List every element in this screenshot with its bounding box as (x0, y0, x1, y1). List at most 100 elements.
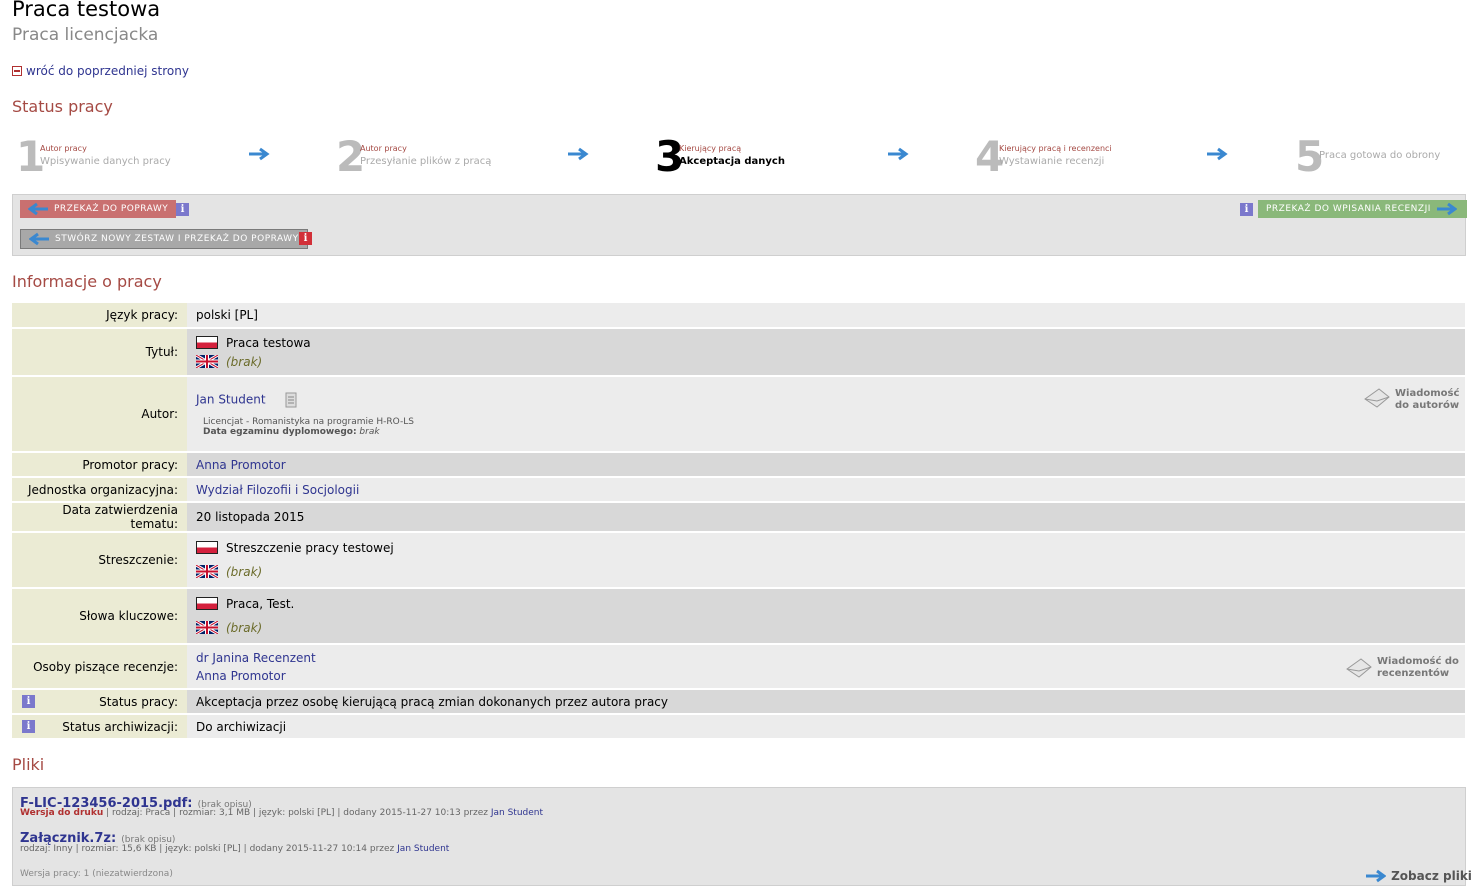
keywords-pl: Praca, Test. (226, 597, 295, 611)
row-title: Tytuł: Praca testowa (brak) (12, 328, 1465, 377)
arrow-right-icon (888, 147, 909, 161)
abstract-en: (brak) (226, 565, 263, 579)
work-status-label: Status pracy: (99, 694, 178, 709)
step-label: Wystawianie recenzji (999, 156, 1105, 167)
info-icon[interactable]: i (299, 232, 312, 245)
return-for-correction-button[interactable]: PRZEKAŻ DO POPRAWY (20, 200, 177, 218)
status-heading: Status pracy (12, 97, 113, 116)
step-label: Praca gotowa do obrony (1319, 150, 1441, 161)
message-reviewers-line2: recenzentów (1377, 668, 1450, 679)
files-panel: F-LIC-123456-2015.pdf: (brak opisu) Wers… (12, 787, 1472, 886)
unit-link[interactable]: Wydział Filozofii i Socjologii (196, 483, 359, 497)
view-files-button[interactable]: Zobacz pliki (1366, 865, 1472, 884)
flag-pl-icon (196, 335, 218, 349)
message-authors-line2: do autorów (1395, 400, 1460, 411)
title-label: Tytuł: (12, 328, 187, 377)
language-value: polski [PL] (187, 303, 1465, 329)
files-heading: Pliki (12, 755, 45, 774)
arrow-right-icon (1436, 202, 1457, 216)
row-author: Autor: Jan Student Licencjat - Romanisty… (12, 376, 1465, 453)
promoter-label: Promotor pracy: (12, 452, 187, 478)
arrow-left-icon (28, 202, 48, 216)
row-reviewers: Osoby piszące recenzje: dr Janina Recenz… (12, 644, 1465, 690)
reviewer-link[interactable]: Anna Promotor (196, 669, 286, 683)
exam-date-value: brak (359, 426, 380, 437)
file-author-link[interactable]: Jan Student (491, 808, 543, 818)
file-meta: Wersja do druku | rodzaj: Praca | rozmia… (20, 808, 543, 818)
exam-date-label: Data egzaminu dyplomowego: (203, 426, 357, 437)
arrow-right-icon (568, 147, 589, 161)
row-archive-status: i Status archiwizacji: Do archiwizacji (12, 714, 1465, 740)
info-heading: Informacje o pracy (12, 272, 162, 291)
message-authors-icon[interactable] (1363, 385, 1391, 409)
keywords-value: Praca, Test. (brak) (187, 588, 1465, 645)
author-link[interactable]: Jan Student (196, 392, 266, 406)
work-status-value: Akceptacja przez osobę kierującą pracą z… (187, 689, 1465, 715)
author-label: Autor: (12, 376, 187, 453)
message-authors-line1: Wiadomość (1395, 388, 1460, 399)
page-subtitle: Praca licencjacka (12, 25, 159, 45)
forward-to-review-button[interactable]: PRZEKAŻ DO WPISANIA RECENZJI (1258, 200, 1467, 218)
back-link-label: wróć do poprzedniej strony (26, 64, 189, 78)
file-meta-text: | rodzaj: Praca | rozmiar: 3,1 MB | języ… (106, 808, 488, 818)
author-program: Licencjat - Romanistyka na programie H-R… (203, 416, 414, 427)
info-icon[interactable]: i (22, 695, 35, 708)
step-role: Kierujący pracą i recenzenci (999, 144, 1112, 153)
arrow-left-icon (29, 232, 49, 246)
print-version-badge: Wersja do druku (20, 808, 104, 818)
promoter-link[interactable]: Anna Promotor (196, 458, 286, 472)
new-set-return-button[interactable]: STWÓRZ NOWY ZESTAW I PRZEKAŻ DO POPRAWY (20, 229, 308, 249)
flag-gb-icon (196, 621, 218, 634)
action-panel: PRZEKAŻ DO POPRAWY i STWÓRZ NOWY ZESTAW … (12, 194, 1467, 256)
file-meta: rodzaj: Inny | rozmiar: 15,6 KB | język:… (20, 844, 449, 854)
message-reviewers-line1: Wiadomość do (1377, 656, 1459, 667)
reviewers-label: Osoby piszące recenzje: (12, 644, 187, 690)
step-role: Autor pracy (40, 144, 87, 153)
keywords-label: Słowa kluczowe: (12, 588, 187, 645)
row-approval-date: Data zatwierdzenia tematu: 20 listopada … (12, 502, 1465, 533)
archive-status-label-cell: i Status archiwizacji: (12, 714, 187, 740)
return-for-correction-label: PRZEKAŻ DO POPRAWY (54, 204, 169, 214)
page-title: Praca testowa (12, 0, 161, 21)
message-authors-button[interactable]: Wiadomość do autorów (1395, 388, 1459, 412)
message-reviewers-button[interactable]: Wiadomość do recenzentów (1377, 656, 1459, 680)
view-files-label: Zobacz pliki (1391, 869, 1472, 883)
step-role: Autor pracy (360, 144, 407, 153)
flag-pl-icon (196, 541, 218, 554)
back-icon (12, 65, 22, 76)
flag-gb-icon (196, 354, 218, 368)
info-icon[interactable]: i (1240, 203, 1253, 216)
arrow-right-icon (1207, 147, 1228, 161)
step-label: Przesyłanie plików z pracą (360, 156, 492, 167)
arrow-right-icon (1366, 869, 1387, 882)
work-status-label-cell: i Status pracy: (12, 689, 187, 715)
abstract-label: Streszczenie: (12, 532, 187, 589)
row-language: Język pracy: polski [PL] (12, 303, 1465, 329)
info-table: Język pracy: polski [PL] Tytuł: Praca te… (12, 303, 1465, 740)
work-version: Wersja pracy: 1 (niezatwierdzona) (20, 869, 173, 879)
reviewers-value: dr Janina Recenzent Anna Promotor Wiadom… (187, 644, 1465, 690)
language-label: Język pracy: (12, 303, 187, 329)
file-author-link[interactable]: Jan Student (397, 844, 449, 854)
flag-gb-icon (196, 565, 218, 578)
author-value: Jan Student Licencjat - Romanistyka na p… (187, 376, 1465, 453)
reviewer-link[interactable]: dr Janina Recenzent (196, 651, 316, 665)
archive-status-label: Status archiwizacji: (62, 719, 178, 734)
arrow-right-icon (249, 147, 270, 161)
back-link[interactable]: wróć do poprzedniej strony (12, 64, 189, 78)
row-keywords: Słowa kluczowe: Praca, Test. (brak) (12, 588, 1465, 645)
row-promoter: Promotor pracy: Anna Promotor (12, 452, 1465, 478)
keywords-en: (brak) (226, 621, 263, 635)
forward-to-review-label: PRZEKAŻ DO WPISANIA RECENZJI (1266, 204, 1431, 214)
row-work-status: i Status pracy: Akceptacja przez osobę k… (12, 689, 1465, 715)
row-abstract: Streszczenie: Streszczenie pracy testowe… (12, 532, 1465, 589)
message-reviewers-icon[interactable] (1345, 655, 1373, 679)
approval-value: 20 listopada 2015 (187, 502, 1465, 533)
file-meta-text: rodzaj: Inny | rozmiar: 15,6 KB | język:… (20, 844, 395, 854)
info-icon[interactable]: i (22, 720, 35, 733)
flag-pl-icon (196, 597, 218, 610)
archive-status-value: Do archiwizacji (187, 714, 1465, 740)
info-icon[interactable]: i (176, 203, 189, 216)
business-card-icon[interactable] (283, 392, 299, 408)
abstract-value: Streszczenie pracy testowej (brak) (187, 532, 1465, 589)
